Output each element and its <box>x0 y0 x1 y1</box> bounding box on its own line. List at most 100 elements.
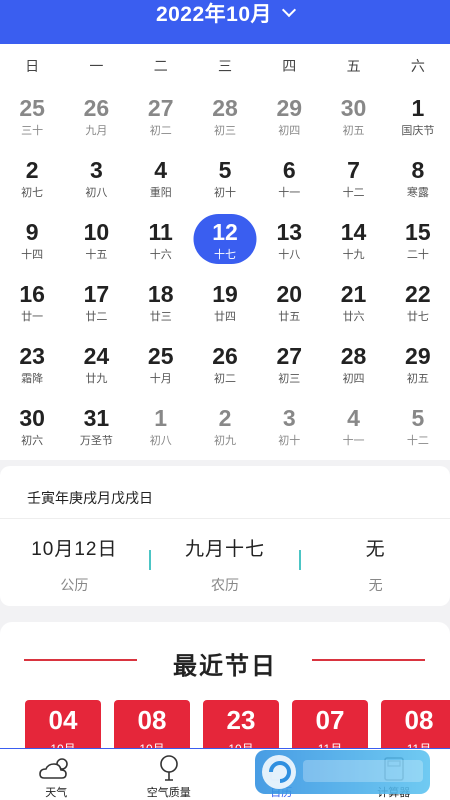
day-cell[interactable]: 4 重阳 <box>129 150 193 212</box>
day-number: 3 <box>282 405 296 431</box>
lunar-day: 初二 <box>149 125 172 137</box>
lunar-day: 十七 <box>213 249 236 261</box>
day-cell[interactable]: 29 初四 <box>257 88 321 150</box>
holiday-card[interactable]: 04 10月 <box>25 700 101 752</box>
day-number: 9 <box>25 219 39 245</box>
day-cell[interactable]: 3 初十 <box>257 398 321 460</box>
weekday-label: 三 <box>217 58 232 74</box>
day-cell[interactable]: 31 万圣节 <box>64 398 128 460</box>
day-cell[interactable]: 14 十九 <box>321 212 385 274</box>
site-watermark-logo <box>255 750 430 794</box>
day-number: 12 <box>212 219 238 245</box>
day-cell[interactable]: 5 初十 <box>193 150 257 212</box>
day-cell[interactable]: 18 廿三 <box>129 274 193 336</box>
day-number: 2 <box>25 157 39 183</box>
day-cell[interactable]: 15 二十 <box>386 212 450 274</box>
day-number: 28 <box>212 95 238 121</box>
day-cell[interactable]: 5 十二 <box>386 398 450 460</box>
day-number: 18 <box>147 281 174 307</box>
day-cell[interactable]: 20 廿五 <box>257 274 321 336</box>
lunar-day: 初八 <box>85 187 108 199</box>
day-number: 15 <box>405 219 431 245</box>
day-cell[interactable]: 30 初五 <box>321 88 385 150</box>
day-number: 20 <box>276 281 303 307</box>
lunar-day: 十九 <box>342 249 365 261</box>
lunar-day: 重阳 <box>149 187 172 199</box>
calendar: 日一二三四五六 25 三十 26 九月 27 初二 28 初三 29 初四 30 初五 1 国庆节 2 初七 3… <box>0 44 450 460</box>
divider <box>0 518 450 519</box>
lunar-day: 二十 <box>406 249 429 261</box>
lunar-day: 三十 <box>21 125 44 137</box>
lunar-day: 十月 <box>149 373 172 385</box>
air-quality-icon <box>159 755 178 781</box>
lunar-date-value: 九月十七 <box>185 539 266 560</box>
day-cell[interactable]: 17 廿二 <box>64 274 128 336</box>
day-number: 1 <box>154 405 168 431</box>
day-cell[interactable]: 28 初四 <box>321 336 385 398</box>
day-cell[interactable]: 19 廿四 <box>193 274 257 336</box>
lunar-day: 廿五 <box>278 311 301 323</box>
lunar-day: 廿三 <box>149 311 172 323</box>
day-cell[interactable]: 9 十四 <box>0 212 64 274</box>
lunar-day: 初三 <box>213 125 236 137</box>
holiday-card[interactable]: 23 10月 <box>203 700 279 752</box>
holiday-card[interactable]: 07 11月 <box>292 700 368 752</box>
day-cell[interactable]: 13 十八 <box>257 212 321 274</box>
day-cell[interactable]: 25 十月 <box>129 336 193 398</box>
lunar-day: 廿六 <box>342 311 365 323</box>
day-cell[interactable]: 28 初三 <box>193 88 257 150</box>
lunar-day: 初十 <box>213 187 236 199</box>
day-cell[interactable]: 26 九月 <box>64 88 128 150</box>
day-cell[interactable]: 3 初八 <box>64 150 128 212</box>
day-cell[interactable]: 10 十五 <box>64 212 128 274</box>
day-number: 11 <box>148 219 173 245</box>
day-number: 30 <box>19 405 45 431</box>
day-number: 4 <box>347 405 360 431</box>
day-cell[interactable]: 23 霜降 <box>0 336 64 398</box>
day-cell[interactable]: 6 十一 <box>257 150 321 212</box>
weekday-label: 日 <box>25 58 40 74</box>
lunar-day: 十二 <box>342 187 365 199</box>
day-cell[interactable]: 30 初六 <box>0 398 64 460</box>
solar-date-label: 公历 <box>60 577 89 593</box>
day-cell[interactable]: 4 十一 <box>321 398 385 460</box>
month-selector[interactable]: 2022年10月 <box>156 0 297 28</box>
day-cell-selected[interactable]: 12 十七 <box>193 212 257 274</box>
lunar-day: 十四 <box>21 249 44 261</box>
day-cell[interactable]: 8 寒露 <box>386 150 450 212</box>
tab-air-quality[interactable]: 空气质量 <box>113 749 226 800</box>
lunar-day: 初五 <box>342 125 365 137</box>
day-number: 16 <box>19 281 45 307</box>
day-cell[interactable]: 26 初二 <box>193 336 257 398</box>
day-cell[interactable]: 11 十六 <box>129 212 193 274</box>
day-cell[interactable]: 22 廿七 <box>386 274 450 336</box>
day-cell[interactable]: 2 初七 <box>0 150 64 212</box>
tab-weather[interactable]: 天气 <box>0 749 113 800</box>
day-cell[interactable]: 1 国庆节 <box>386 88 450 150</box>
day-cell[interactable]: 24 廿九 <box>64 336 128 398</box>
day-cell[interactable]: 16 廿一 <box>0 274 64 336</box>
tab-weather-label: 天气 <box>45 787 68 799</box>
lunar-day: 初四 <box>278 125 301 137</box>
day-cell[interactable]: 2 初九 <box>193 398 257 460</box>
lunar-day: 初四 <box>342 373 365 385</box>
holiday-card[interactable]: 08 10月 <box>114 700 190 752</box>
lunar-day: 十二 <box>406 435 429 447</box>
day-number: 27 <box>147 95 174 121</box>
lunar-day: 十五 <box>85 249 108 261</box>
lunar-day: 初十 <box>278 435 301 447</box>
day-cell[interactable]: 1 初八 <box>129 398 193 460</box>
day-cell[interactable]: 21 廿六 <box>321 274 385 336</box>
month-header: 2022年10月 <box>0 0 450 44</box>
day-cell[interactable]: 7 十二 <box>321 150 385 212</box>
weekday-row: 日一二三四五六 <box>0 44 450 88</box>
day-cell[interactable]: 29 初五 <box>386 336 450 398</box>
day-number: 23 <box>19 343 45 369</box>
day-cell[interactable]: 25 三十 <box>0 88 64 150</box>
day-cell[interactable]: 27 初二 <box>129 88 193 150</box>
day-cell[interactable]: 27 初三 <box>257 336 321 398</box>
holiday-card[interactable]: 08 11月 <box>381 700 450 752</box>
lunar-day: 初九 <box>213 435 236 447</box>
day-number: 26 <box>212 343 238 369</box>
lunar-date-label: 农历 <box>211 577 239 593</box>
